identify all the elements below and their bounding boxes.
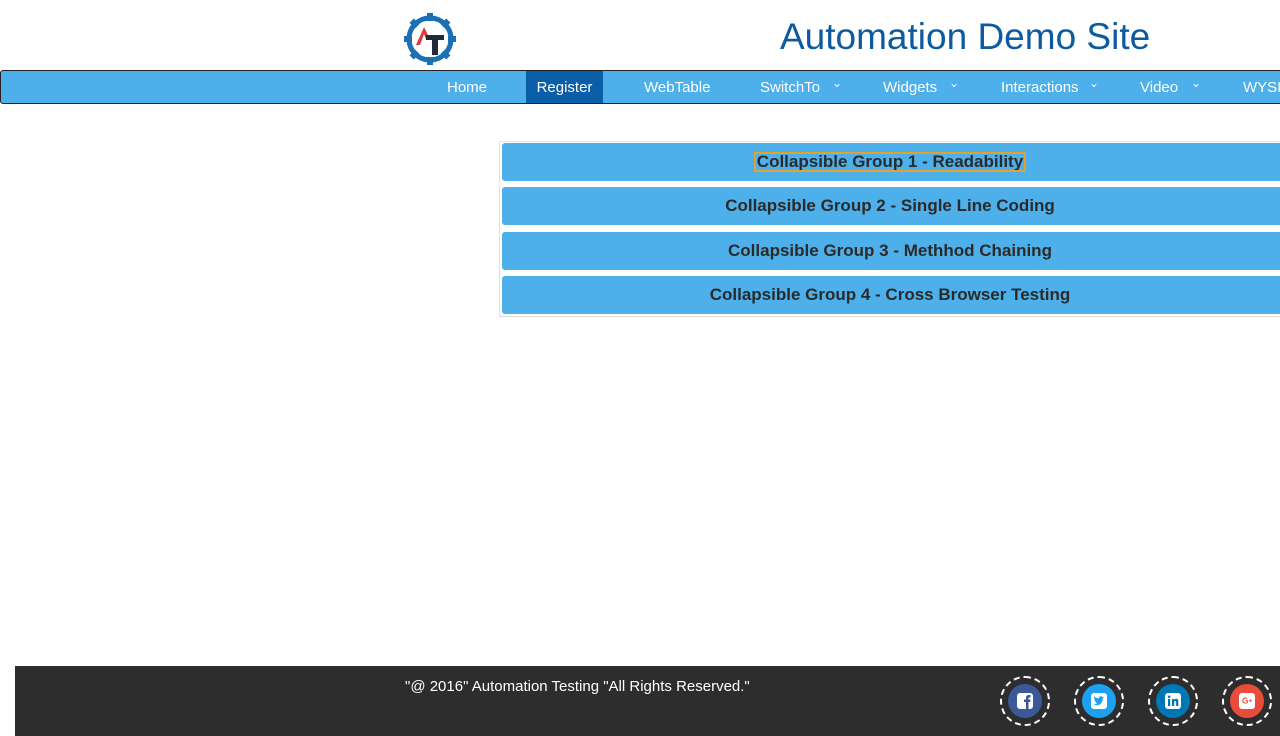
accordion: Collapsible Group 1 - Readability Collap… xyxy=(499,141,1280,317)
nav-switchto[interactable]: SwitchTo xyxy=(760,71,820,103)
linkedin-link[interactable] xyxy=(1148,676,1198,726)
nav-widgets[interactable]: Widgets xyxy=(883,71,937,103)
collapsible-group-3-header[interactable]: Collapsible Group 3 - Methhod Chaining xyxy=(502,232,1280,270)
copyright-text: "@ 2016" Automation Testing "All Rights … xyxy=(405,678,750,695)
nav-register[interactable]: Register xyxy=(526,71,603,103)
footer: "@ 2016" Automation Testing "All Rights … xyxy=(15,666,1280,736)
group-title[interactable]: Collapsible Group 1 - Readability xyxy=(753,152,1027,172)
site-logo xyxy=(404,13,456,65)
chevron-down-icon[interactable]: ⌄ xyxy=(832,71,842,100)
collapsible-group-4-header[interactable]: Collapsible Group 4 - Cross Browser Test… xyxy=(502,276,1280,314)
twitter-link[interactable] xyxy=(1074,676,1124,726)
page-title: Automation Demo Site xyxy=(780,16,1151,57)
nav-interactions[interactable]: Interactions xyxy=(1001,71,1079,103)
chevron-down-icon[interactable]: ⌄ xyxy=(949,71,959,100)
group-title[interactable]: Collapsible Group 2 - Single Line Coding xyxy=(725,196,1055,215)
nav-webtable[interactable]: WebTable xyxy=(644,71,710,103)
nav-video[interactable]: Video xyxy=(1140,71,1178,103)
google-plus-link[interactable] xyxy=(1222,676,1272,726)
nav-wysiwyg[interactable]: WYSIWYG xyxy=(1243,71,1280,103)
group-title[interactable]: Collapsible Group 3 - Methhod Chaining xyxy=(728,241,1052,260)
collapsible-group-2-header[interactable]: Collapsible Group 2 - Single Line Coding xyxy=(502,187,1280,225)
facebook-icon[interactable] xyxy=(1008,684,1042,718)
group-title[interactable]: Collapsible Group 4 - Cross Browser Test… xyxy=(710,285,1071,304)
linkedin-icon[interactable] xyxy=(1156,684,1190,718)
facebook-link[interactable] xyxy=(1000,676,1050,726)
google-plus-icon[interactable] xyxy=(1230,684,1264,718)
chevron-down-icon[interactable]: ⌄ xyxy=(1089,71,1099,100)
chevron-down-icon[interactable]: ⌄ xyxy=(1191,71,1201,100)
nav-home[interactable]: Home xyxy=(447,71,487,103)
collapsible-group-1-header[interactable]: Collapsible Group 1 - Readability xyxy=(502,143,1280,181)
twitter-icon[interactable] xyxy=(1082,684,1116,718)
main-navbar: Home Register WebTable SwitchTo ⌄ Widget… xyxy=(0,70,1280,104)
